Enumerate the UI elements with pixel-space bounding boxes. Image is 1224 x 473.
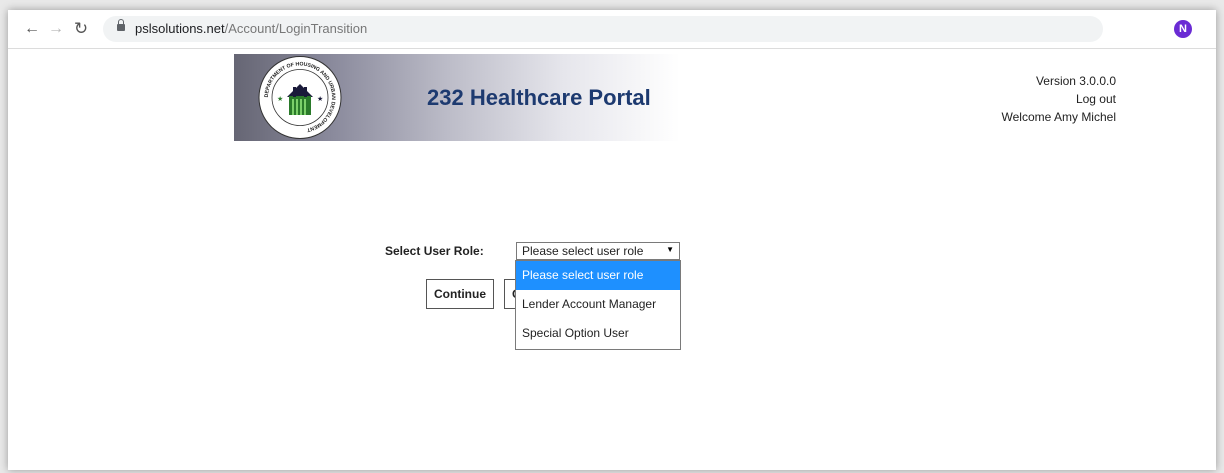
browser-window: ← → ↻ pslsolutions.net/Account/LoginTran… [8,10,1216,470]
arrow-right-icon[interactable]: → [46,19,66,39]
role-label: Select User Role: [385,244,484,258]
logout-link[interactable]: Log out [1002,90,1116,108]
profile-avatar[interactable]: N [1174,20,1192,38]
address-bar[interactable]: pslsolutions.net/Account/LoginTransition… [103,16,1216,57]
url-text[interactable]: pslsolutions.net/Account/LoginTransition [135,21,367,36]
browser-toolbar: ← → ↻ pslsolutions.net/Account/LoginTran… [8,10,1216,57]
hud-seal-logo: ★ ★ DEPARTMENT OF HOUSING AND URBAN DEVE… [258,56,342,139]
portal-title: 232 Healthcare Portal [427,85,651,110]
role-option[interactable]: Special Option User [516,319,680,348]
arrow-left-icon[interactable]: ← [22,19,42,39]
role-dropdown-list: Please select user role Lender Account M… [515,260,681,350]
header-banner: ★ ★ DEPARTMENT OF HOUSING AND URBAN DEVE… [234,54,680,141]
reload-icon[interactable]: ↻ [71,19,91,39]
welcome-text: Welcome Amy Michel [1001,110,1116,124]
page-content: ★ ★ DEPARTMENT OF HOUSING AND URBAN DEVE… [8,49,1216,470]
version-text: Version 3.0.0.0 [1035,74,1116,88]
svg-text:★: ★ [277,95,283,103]
url-path: /Account/LoginTransition [224,21,368,36]
role-option[interactable]: Lender Account Manager [516,290,680,319]
svg-text:★: ★ [317,95,323,103]
dropdown-arrow-icon: ▼ [666,245,674,254]
url-domain: pslsolutions.net [135,21,225,36]
user-info: Version 3.0.0.0 Log out Welcome Amy Mich… [1002,72,1116,126]
user-role-select[interactable]: Please select user role ▼ [516,242,680,260]
role-option[interactable]: Please select user role [516,261,680,290]
selected-role: Please select user role [522,244,644,258]
lock-icon[interactable] [117,19,125,31]
continue-button[interactable]: Continue [426,279,494,309]
